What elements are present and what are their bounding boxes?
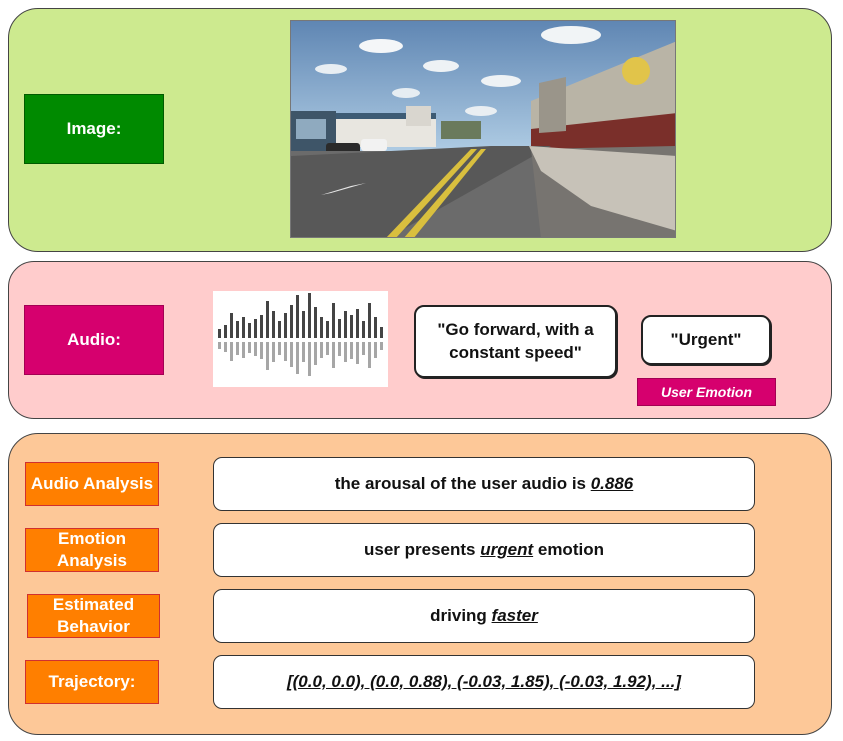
emotion-value: urgent (480, 540, 534, 559)
emotion-bubble: "Urgent" (641, 315, 771, 365)
audio-analysis-result: the arousal of the user audio is 0.886 (213, 457, 755, 511)
audio-analysis-prefix: the arousal of the user audio is (334, 474, 591, 493)
trajectory-label: Trajectory: (25, 660, 159, 704)
image-label: Image: (24, 94, 164, 164)
arousal-value: 0.886 (590, 474, 634, 493)
street-scene-image (290, 20, 676, 238)
estimated-behavior-label: Estimated Behavior (27, 594, 160, 638)
emotion-analysis-suffix: emotion (533, 540, 604, 559)
trajectory-value: [(0.0, 0.0), (0.0, 0.88), (-0.03, 1.85),… (286, 672, 681, 691)
user-emotion-tag: User Emotion (637, 378, 776, 406)
audio-waveform-icon (213, 291, 388, 387)
emotion-analysis-label: Emotion Analysis (25, 528, 159, 572)
behavior-prefix: driving (430, 606, 492, 625)
estimated-behavior-result: driving faster (213, 589, 755, 643)
audio-label: Audio: (24, 305, 164, 375)
voice-command-bubble: "Go forward, with a constant speed" (414, 305, 617, 378)
emotion-analysis-prefix: user presents (364, 540, 481, 559)
audio-analysis-label: Audio Analysis (25, 462, 159, 506)
emotion-analysis-result: user presents urgent emotion (213, 523, 755, 577)
trajectory-result: [(0.0, 0.0), (0.0, 0.88), (-0.03, 1.85),… (213, 655, 755, 709)
behavior-value: faster (491, 606, 538, 625)
